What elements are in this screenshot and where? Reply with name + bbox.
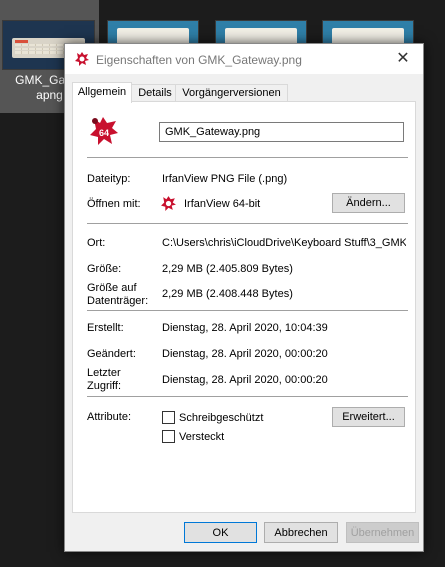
oeffnen-mit-label: Öffnen mit: [87, 198, 141, 210]
dateityp-value: IrfanView PNG File (.png) [162, 173, 288, 185]
close-button[interactable]: ✕ [383, 44, 423, 74]
groesse-datentraeger-label-1: Größe auf [87, 282, 137, 294]
divider [87, 157, 408, 158]
groesse-datentraeger-label-2: Datenträger: [87, 295, 149, 307]
tab-vorgaengerversionen[interactable]: Vorgängerversionen [175, 84, 288, 102]
schreibgeschuetzt-label[interactable]: Schreibgeschützt [179, 412, 263, 424]
letzter-zugriff-value: Dienstag, 28. April 2020, 00:00:20 [162, 374, 328, 386]
versteckt-checkbox[interactable] [162, 430, 175, 443]
divider [87, 310, 408, 311]
irfanview-icon: 64 [90, 117, 118, 145]
versteckt-label[interactable]: Versteckt [179, 431, 224, 443]
dateityp-label: Dateityp: [87, 173, 131, 185]
dialog-title: Eigenschaften von GMK_Gateway.png [96, 53, 302, 67]
groesse-label: Größe: [87, 263, 122, 275]
groesse-value: 2,29 MB (2.405.809 Bytes) [162, 263, 293, 275]
geaendert-value: Dienstag, 28. April 2020, 00:00:20 [162, 348, 328, 360]
ok-button[interactable]: OK [184, 522, 257, 543]
tab-details[interactable]: Details [131, 84, 179, 102]
icon-badge: 64 [99, 128, 109, 138]
properties-dialog: Eigenschaften von GMK_Gateway.png ✕ Allg… [64, 43, 424, 552]
divider [87, 223, 408, 224]
close-icon[interactable]: ✕ [396, 50, 409, 67]
general-panel: 64 Dateityp: IrfanView PNG File (.png) Ö… [72, 101, 416, 513]
uebernehmen-button[interactable]: Übernehmen [346, 522, 419, 543]
title-bar[interactable]: Eigenschaften von GMK_Gateway.png ✕ [65, 44, 423, 74]
letzter-zugriff-label-2: Zugriff: [87, 380, 122, 392]
divider [87, 396, 408, 397]
attribute-label: Attribute: [87, 411, 132, 423]
erweitert-button[interactable]: Erweitert... [332, 407, 405, 427]
ort-value: C:\Users\chris\iCloudDrive\Keyboard Stuf… [162, 237, 406, 249]
erstellt-label: Erstellt: [87, 322, 124, 334]
aendern-button[interactable]: Ändern... [332, 193, 405, 213]
irfanview-icon [161, 196, 176, 211]
schreibgeschuetzt-checkbox[interactable] [162, 411, 175, 424]
erstellt-value: Dienstag, 28. April 2020, 10:04:39 [162, 322, 328, 334]
irfanview-icon [75, 52, 89, 66]
groesse-datentraeger-value: 2,29 MB (2.408.448 Bytes) [162, 288, 293, 300]
geaendert-label: Geändert: [87, 348, 136, 360]
ort-label: Ort: [87, 237, 106, 249]
file-name-field[interactable] [159, 122, 404, 142]
abbrechen-button[interactable]: Abbrechen [264, 522, 338, 543]
oeffnen-mit-value: IrfanView 64-bit [184, 198, 261, 210]
letzter-zugriff-label-1: Letzter [87, 367, 121, 379]
tab-allgemein[interactable]: Allgemein [72, 82, 132, 103]
